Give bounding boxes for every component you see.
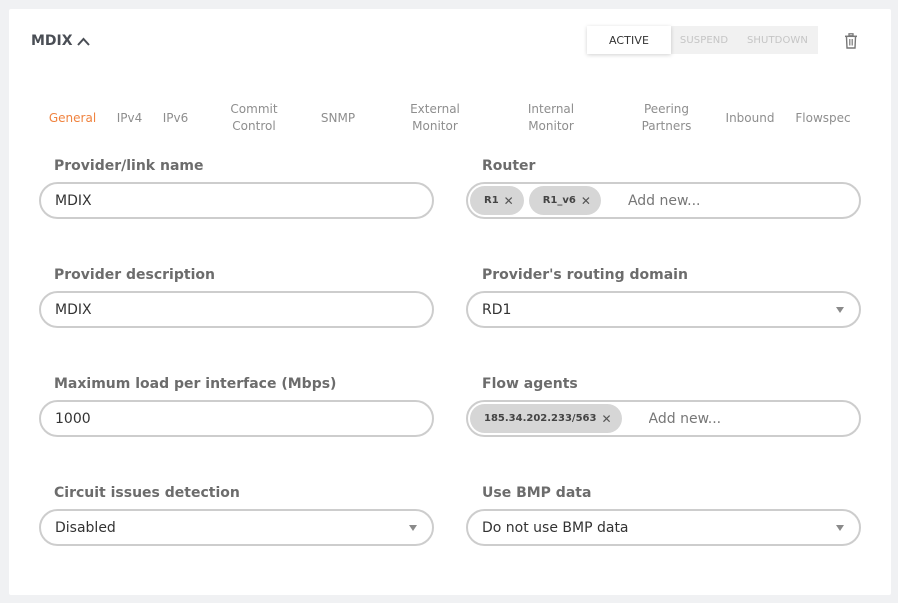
provider-card: MDIX ACTIVE SUSPEND SHUTDOWN General IPv…	[9, 9, 891, 595]
max-load-label: Maximum load per interface (Mbps)	[54, 376, 337, 392]
flow-agents-label: Flow agents	[482, 376, 578, 392]
state-active-button[interactable]: ACTIVE	[587, 26, 671, 54]
provider-title: MDIX	[31, 33, 73, 49]
bmp-data-label: Use BMP data	[482, 485, 592, 501]
router-chip-label: R1_v6	[542, 195, 576, 206]
tab-external-monitor[interactable]: External Monitor	[407, 98, 463, 138]
tab-flowspec[interactable]: Flowspec	[795, 98, 851, 138]
circuit-detection-label: Circuit issues detection	[54, 485, 240, 501]
caret-down-icon	[836, 306, 844, 313]
flow-agents-add-input[interactable]	[634, 410, 859, 427]
router-field[interactable]: R1 ✕ R1_v6 ✕	[466, 182, 861, 219]
tab-peering-partners[interactable]: Peering Partners	[639, 98, 694, 138]
router-chip-label: R1	[484, 195, 499, 206]
circuit-detection-select[interactable]: Disabled	[39, 509, 434, 546]
provider-description-input[interactable]	[41, 301, 432, 318]
state-shutdown-button[interactable]: SHUTDOWN	[737, 26, 818, 54]
max-load-input[interactable]	[41, 410, 432, 427]
tab-commit-control[interactable]: Commit Control	[229, 98, 279, 138]
max-load-field[interactable]	[39, 400, 434, 437]
tab-snmp[interactable]: SNMP	[320, 98, 356, 138]
tab-general[interactable]: General	[49, 98, 96, 138]
flow-agent-chip: 185.34.202.233/563 ✕	[470, 404, 622, 433]
router-add-input[interactable]	[613, 192, 859, 209]
circuit-detection-value: Disabled	[55, 519, 116, 536]
provider-description-field[interactable]	[39, 291, 434, 328]
provider-state-switch: ACTIVE SUSPEND SHUTDOWN	[587, 26, 818, 54]
routing-domain-value: RD1	[482, 301, 512, 318]
remove-chip-icon[interactable]: ✕	[601, 412, 611, 426]
router-label: Router	[482, 158, 536, 174]
provider-title-toggle[interactable]: MDIX	[31, 33, 90, 49]
provider-name-input[interactable]	[41, 192, 432, 209]
provider-name-field[interactable]	[39, 182, 434, 219]
routing-domain-select[interactable]: RD1	[466, 291, 861, 328]
caret-down-icon	[409, 524, 417, 531]
bmp-data-select[interactable]: Do not use BMP data	[466, 509, 861, 546]
remove-chip-icon[interactable]: ✕	[581, 194, 591, 208]
tab-internal-monitor[interactable]: Internal Monitor	[523, 98, 579, 138]
flow-agent-chip-label: 185.34.202.233/563	[484, 413, 597, 424]
tab-inbound[interactable]: Inbound	[724, 98, 776, 138]
router-chip: R1 ✕	[470, 186, 524, 215]
routing-domain-label: Provider's routing domain	[482, 267, 688, 283]
trash-icon[interactable]	[844, 33, 858, 49]
remove-chip-icon[interactable]: ✕	[504, 194, 514, 208]
tab-ipv4[interactable]: IPv4	[116, 98, 143, 138]
flow-agents-field[interactable]: 185.34.202.233/563 ✕	[466, 400, 861, 437]
caret-down-icon	[836, 524, 844, 531]
tab-ipv6[interactable]: IPv6	[162, 98, 189, 138]
provider-description-label: Provider description	[54, 267, 215, 283]
chevron-up-icon	[76, 37, 90, 46]
bmp-data-value: Do not use BMP data	[482, 519, 629, 536]
state-suspend-button[interactable]: SUSPEND	[671, 26, 737, 54]
provider-name-label: Provider/link name	[54, 158, 204, 174]
router-chip: R1_v6 ✕	[528, 186, 601, 215]
